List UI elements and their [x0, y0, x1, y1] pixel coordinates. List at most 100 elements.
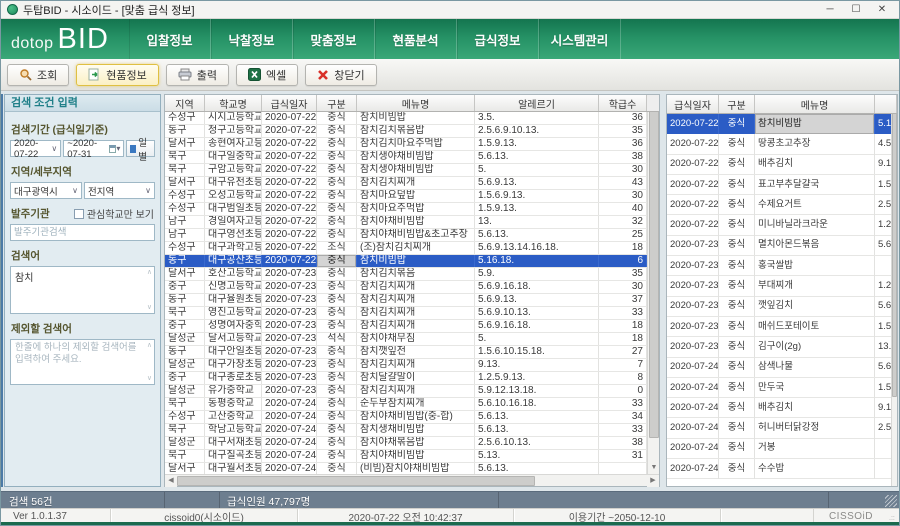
table-cell[interactable]: 중식	[317, 177, 357, 189]
table-cell[interactable]: 9.13.	[475, 359, 599, 371]
table-cell[interactable]: 중식	[317, 112, 357, 124]
table-cell[interactable]: 참치김치찌개	[357, 294, 475, 306]
table-cell[interactable]: 2020-07-22	[262, 164, 317, 176]
table-row[interactable]: 2020-07-22중식미니바닐라크라운1.2	[667, 215, 897, 235]
table-row[interactable]: 2020-07-24중식수수밥	[667, 459, 897, 479]
table-row[interactable]: 달성군달서고등학교2020-07-23석식참치야채무침5.18	[165, 333, 659, 346]
table-row[interactable]: 북구대구일중학교2020-07-22중식참치생야채비빔밥5.6.13.38	[165, 151, 659, 164]
goods-info-button[interactable]: 현품정보	[76, 64, 158, 86]
table-cell[interactable]: 5.16.18.	[475, 255, 599, 267]
table-cell[interactable]: 중식	[317, 216, 357, 228]
table-cell[interactable]: 2020-07-23	[262, 320, 317, 332]
close-window-button[interactable]: 창닫기	[305, 64, 376, 86]
table-cell[interactable]: 1.2.5.9.13.	[475, 372, 599, 384]
table-cell[interactable]: 달성군	[165, 359, 205, 371]
table-cell[interactable]: 중식	[719, 398, 755, 418]
table-cell[interactable]: 중식	[719, 459, 755, 479]
table-cell[interactable]: 18	[599, 242, 647, 254]
table-row[interactable]: 2020-07-24중식거봉	[667, 439, 897, 459]
table-cell[interactable]: 5.	[475, 333, 599, 345]
table-cell[interactable]: 중식	[317, 372, 357, 384]
table-row[interactable]: 수성구대구과학고등...2020-07-22조식(조)참치김치찌개5.6.9.1…	[165, 242, 659, 255]
table-cell[interactable]: 2020-07-23	[667, 317, 719, 337]
table-row[interactable]: 2020-07-24중식배추김치9.1	[667, 398, 897, 418]
table-cell[interactable]: 만두국	[755, 378, 875, 398]
table-cell[interactable]: 5.9.	[475, 268, 599, 280]
table-row[interactable]: 중구대구종로초등...2020-07-23중식참치달걀말이1.2.5.9.13.…	[165, 372, 659, 385]
table-cell[interactable]: 2020-07-22	[262, 125, 317, 137]
table-cell[interactable]: 중식	[317, 203, 357, 215]
table-cell[interactable]: 참치마요덮밥	[357, 190, 475, 202]
table-cell[interactable]: 2020-07-23	[262, 281, 317, 293]
table-cell[interactable]: 2020-07-23	[262, 385, 317, 397]
table-row[interactable]: 달성군유가중학교2020-07-23중식참치김치찌개5.9.12.13.18.0	[165, 385, 659, 398]
table-row[interactable]: 동구대구공산초등...2020-07-22중식참치비빔밥5.16.18.6	[165, 255, 659, 268]
table-cell[interactable]: 5.13.	[475, 450, 599, 462]
table-cell[interactable]: 중식	[317, 190, 357, 202]
table-row[interactable]: 달서구호산고등학교2020-07-23중식참치김치볶음5.9.35	[165, 268, 659, 281]
table-cell[interactable]: 중구	[165, 372, 205, 384]
table-cell[interactable]: 2020-07-24	[262, 424, 317, 436]
table-cell[interactable]: 2020-07-23	[667, 235, 719, 255]
table-row[interactable]: 수성구고산중학교2020-07-24중식참치야채비빔밥(중-합)5.6.13.3…	[165, 411, 659, 424]
table-cell[interactable]: 달서고등학교	[205, 333, 262, 345]
table-cell[interactable]: 2020-07-23	[262, 359, 317, 371]
table-row[interactable]: 북구영진고등학교2020-07-23중식참치김치찌개5.6.9.10.13.33	[165, 307, 659, 320]
table-cell[interactable]: 중식	[719, 418, 755, 438]
table-cell[interactable]: 참치생야채비빔밥	[357, 164, 475, 176]
table-cell[interactable]: 38	[599, 151, 647, 163]
table-cell[interactable]: 참치생채비빔밥	[357, 424, 475, 436]
table-cell[interactable]: 2020-07-23	[262, 346, 317, 358]
table-cell[interactable]: 8	[599, 372, 647, 384]
table-cell[interactable]: 석식	[317, 333, 357, 345]
table-cell[interactable]: 동구	[165, 125, 205, 137]
table-row[interactable]: 동구대구안일초등...2020-07-23중식참치깻잎전1.5.6.10.15.…	[165, 346, 659, 359]
table-cell[interactable]: 북구	[165, 424, 205, 436]
table-cell[interactable]: 18	[599, 333, 647, 345]
favorites-only-checkbox[interactable]: 관심학교만 보기	[74, 206, 154, 221]
table-cell[interactable]: 2020-07-22	[262, 229, 317, 241]
table-cell[interactable]: 중식	[317, 450, 357, 462]
table-cell[interactable]: 2020-07-22	[667, 114, 719, 134]
table-cell[interactable]: 중식	[719, 134, 755, 154]
table-cell[interactable]: 고산중학교	[205, 411, 262, 423]
table-cell[interactable]: 중식	[317, 151, 357, 163]
table-cell[interactable]: 중식	[719, 438, 755, 458]
column-header[interactable]: 구분	[719, 95, 755, 113]
column-header[interactable]: 급식일자	[667, 95, 719, 113]
table-cell[interactable]: 2020-07-22	[262, 216, 317, 228]
table-cell[interactable]: 중식	[719, 296, 755, 316]
table-cell[interactable]: 6	[599, 255, 647, 267]
table-cell[interactable]: 2020-07-24	[667, 357, 719, 377]
table-row[interactable]: 동구대구율원초등...2020-07-23중식참치김치찌개5.6.9.13.37	[165, 294, 659, 307]
table-cell[interactable]: 2020-07-24	[667, 438, 719, 458]
table-cell[interactable]: 참치김치찌개	[357, 281, 475, 293]
table-cell[interactable]: 2020-07-23	[262, 268, 317, 280]
table-cell[interactable]: 참치생야채비빔밥	[357, 151, 475, 163]
table-row[interactable]: 2020-07-23중식매쉬드포테이토1.5	[667, 317, 897, 337]
agency-search-input[interactable]	[10, 224, 155, 241]
table-cell[interactable]: 1.5.9.13.	[475, 203, 599, 215]
table-cell[interactable]: (조)참치김치찌개	[357, 242, 475, 254]
table-cell[interactable]: 중식	[317, 307, 357, 319]
table-cell[interactable]: 동구	[165, 255, 205, 267]
table-cell[interactable]: 중식	[317, 281, 357, 293]
table-cell[interactable]: 중식	[719, 235, 755, 255]
table-cell[interactable]: 거봉	[755, 438, 875, 458]
table-cell[interactable]: 부대찌개	[755, 276, 875, 296]
table-cell[interactable]: 중식	[317, 125, 357, 137]
table-cell[interactable]: 중식	[719, 276, 755, 296]
table-cell[interactable]: 북구	[165, 151, 205, 163]
table-cell[interactable]: 대구영선초등...	[205, 229, 262, 241]
table-row[interactable]: 2020-07-23중식김구이(2g)13.	[667, 337, 897, 357]
table-cell[interactable]: 5.9.12.13.18.	[475, 385, 599, 397]
table-row[interactable]: 북구학남고등학교2020-07-24중식참치생채비빔밥5.6.13.33	[165, 424, 659, 437]
table-cell[interactable]: 달서구	[165, 138, 205, 150]
table-cell[interactable]: 36	[599, 138, 647, 150]
table-row[interactable]: 2020-07-23중식멸치아몬드볶음5.6	[667, 236, 897, 256]
table-cell[interactable]: 수성구	[165, 411, 205, 423]
table-cell[interactable]: 38	[599, 437, 647, 449]
table-cell[interactable]: 7	[599, 359, 647, 371]
table-cell[interactable]: 2020-07-24	[667, 459, 719, 479]
table-cell[interactable]: 2020-07-22	[667, 215, 719, 235]
